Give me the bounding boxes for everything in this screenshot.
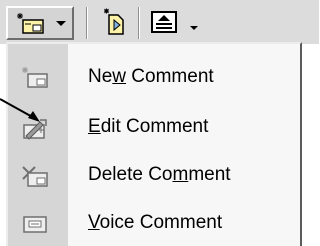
chevron-down-icon[interactable] [56, 21, 66, 26]
comment-icon [17, 13, 44, 34]
screenshot-stage: New Comment Edit Comment Delete Comment [0, 0, 319, 246]
comment-toolbar [0, 0, 319, 44]
align-icon [151, 11, 177, 33]
voice-comment-icon [23, 216, 47, 233]
menu-item-label: Delete Comment [88, 164, 231, 185]
menu-item-label: Edit Comment [88, 116, 209, 137]
menu-item-label: New Comment [88, 66, 214, 87]
comment-dropdown-menu: New Comment Edit Comment Delete Comment [6, 42, 302, 246]
toolbar-separator [138, 7, 140, 39]
toolbar-separator [86, 7, 88, 39]
next-comment-toolbar-button[interactable] [94, 6, 134, 40]
chevron-down-icon[interactable] [190, 26, 198, 30]
menu-item-edit-comment[interactable]: Edit Comment [8, 104, 300, 152]
edit-comment-icon [23, 119, 47, 140]
new-comment-icon [22, 67, 48, 88]
new-comment-toolbar-button[interactable] [6, 6, 74, 40]
menu-item-label: Voice Comment [88, 212, 223, 233]
align-toolbar-button[interactable] [142, 6, 212, 40]
delete-comment-icon [22, 166, 48, 187]
menu-item-voice-comment[interactable]: Voice Comment [8, 200, 300, 246]
next-comment-icon [104, 8, 124, 35]
menu-item-new-comment[interactable]: New Comment [8, 54, 300, 102]
menu-item-delete-comment[interactable]: Delete Comment [8, 152, 300, 200]
